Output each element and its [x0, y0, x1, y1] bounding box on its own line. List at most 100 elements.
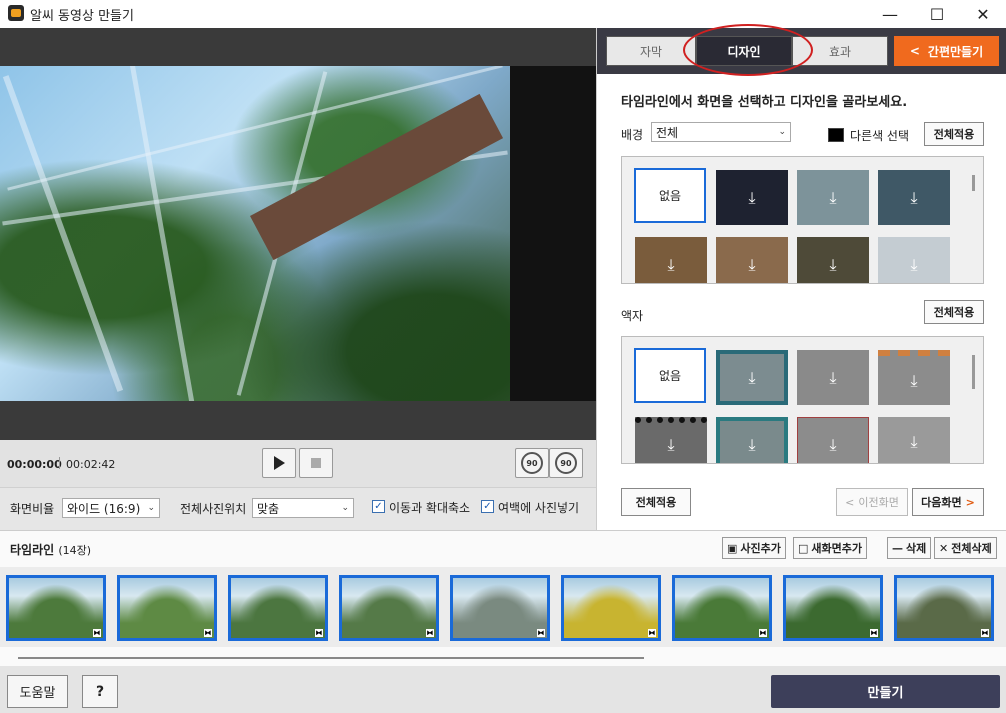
delete-button[interactable]: — 삭제	[887, 537, 932, 559]
add-photo-label: 사진추가	[740, 542, 781, 555]
frame-apply-all-button[interactable]: 전체적용	[924, 300, 984, 324]
background-option[interactable]: ⤓	[797, 237, 869, 283]
transition-icon[interactable]: ⧓	[648, 629, 656, 637]
total-time: 00:02:42	[66, 458, 116, 471]
frame-option[interactable]: ⤓	[878, 417, 950, 463]
pan-zoom-checkbox[interactable]: ✓	[372, 500, 385, 513]
add-new-screen-label: 새화면추가	[811, 542, 863, 555]
quick-make-label: 간편만들기	[927, 44, 984, 59]
next-screen-button[interactable]: 다음화면 >	[912, 488, 984, 516]
background-option[interactable]: ⤓	[797, 170, 869, 225]
minus-icon: —	[892, 541, 903, 555]
transition-icon[interactable]: ⧓	[537, 629, 545, 637]
background-option[interactable]: ⤓	[878, 170, 950, 225]
delete-all-button[interactable]: ✕ 전체삭제	[934, 537, 997, 559]
frame-photo	[342, 578, 436, 638]
photo-position-select[interactable]: 맞춤 ⌄	[252, 498, 354, 518]
transition-icon[interactable]: ⧓	[870, 629, 878, 637]
timeline-frame[interactable]: ⧓	[450, 575, 550, 641]
frame-option[interactable]: ⤓	[635, 417, 707, 463]
background-label: 배경	[621, 128, 644, 142]
other-color-swatch[interactable]	[828, 128, 844, 142]
minimize-button[interactable]: —	[867, 0, 913, 28]
background-option[interactable]: ⤓	[635, 237, 707, 283]
rotate-left-button[interactable]: 90	[515, 448, 549, 478]
background-option[interactable]: ⤓	[716, 237, 788, 283]
close-button[interactable]: ✕	[960, 0, 1006, 28]
timeline-frame[interactable]: ⧓	[339, 575, 439, 641]
frame-photo	[9, 578, 103, 638]
design-panel: 자막 디자인 효과 < 간편만들기 타임라인에서 화면을 선택하고 디자인을 골…	[596, 24, 1006, 530]
download-icon: ⤓	[910, 431, 918, 451]
background-apply-all-button[interactable]: 전체적용	[924, 122, 984, 146]
app-icon	[8, 5, 24, 21]
transition-icon[interactable]: ⧓	[426, 629, 434, 637]
transition-icon[interactable]: ⧓	[204, 629, 212, 637]
play-button[interactable]	[262, 448, 296, 478]
frame-option[interactable]: ⤓	[716, 350, 788, 405]
frame-scrollbar[interactable]	[972, 355, 975, 389]
highlight-annotation	[683, 24, 813, 76]
download-icon: ⤓	[910, 187, 918, 207]
timeline-frame[interactable]: ⧓	[6, 575, 106, 641]
timeline-frame[interactable]: ⧓	[672, 575, 772, 641]
frame-none[interactable]: 없음	[634, 348, 706, 403]
stop-icon	[311, 458, 321, 468]
background-none[interactable]: 없음	[634, 168, 706, 223]
previous-screen-label: 이전화면	[858, 496, 899, 509]
timeline-scrollbar[interactable]	[18, 657, 644, 659]
aspect-ratio-select[interactable]: 와이드 (16:9) ⌄	[62, 498, 160, 518]
frame-photo	[786, 578, 880, 638]
download-icon: ⤓	[829, 367, 837, 387]
chevron-left-icon: <	[845, 495, 855, 509]
add-photo-icon: ▣	[727, 541, 738, 555]
frame-option[interactable]: ⤓	[797, 417, 869, 463]
frame-label: 액자	[621, 309, 644, 323]
download-icon: ⤓	[910, 370, 918, 390]
frame-option[interactable]: ⤓	[797, 350, 869, 405]
add-new-screen-button[interactable]: □ 새화면추가	[793, 537, 868, 559]
quick-make-button[interactable]: < 간편만들기	[894, 36, 999, 66]
transition-icon[interactable]: ⧓	[315, 629, 323, 637]
frame-option[interactable]: ⤓	[878, 350, 950, 405]
rotate-right-icon: 90	[555, 452, 577, 474]
background-filter-select[interactable]: 전체 ⌄	[651, 122, 791, 142]
next-screen-label: 다음화면	[921, 496, 962, 509]
transition-icon[interactable]: ⧓	[93, 629, 101, 637]
background-scrollbar[interactable]	[972, 175, 975, 191]
add-photo-button[interactable]: ▣ 사진추가	[722, 537, 786, 559]
download-icon: ⤓	[829, 254, 837, 274]
stop-button[interactable]	[299, 448, 333, 478]
transition-icon[interactable]: ⧓	[981, 629, 989, 637]
chevron-left-icon: <	[909, 44, 920, 58]
rotate-right-button[interactable]: 90	[549, 448, 583, 478]
timeline-frame[interactable]: ⧓	[561, 575, 661, 641]
maximize-button[interactable]: ☐	[914, 0, 960, 28]
frame-photo	[897, 578, 991, 638]
fill-margin-checkbox[interactable]: ✓	[481, 500, 494, 513]
question-button[interactable]: ?	[82, 675, 118, 708]
chevron-down-icon: ⌄	[778, 127, 786, 137]
photo-position-value: 맞춤	[257, 501, 280, 516]
apply-all-button[interactable]: 전체적용	[621, 488, 691, 516]
timeline-frame[interactable]: ⧓	[783, 575, 883, 641]
frame-option[interactable]: ⤓	[716, 417, 788, 463]
download-icon: ⤓	[667, 254, 675, 274]
transition-icon[interactable]: ⧓	[759, 629, 767, 637]
playback-controls: 00:00:00 00:02:42 90 90	[0, 440, 596, 488]
timeline-frame[interactable]: ⧓	[894, 575, 994, 641]
previous-screen-button[interactable]: < 이전화면	[836, 488, 908, 516]
background-option[interactable]: ⤓	[716, 170, 788, 225]
time-separator	[59, 457, 60, 469]
photo-position-label: 전체사진위치	[180, 502, 247, 516]
timeline-frame[interactable]: ⧓	[228, 575, 328, 641]
make-button[interactable]: 만들기	[771, 675, 1000, 708]
background-option[interactable]: ⤓	[878, 237, 950, 283]
other-color-label[interactable]: 다른색 선택	[850, 127, 909, 144]
frame-photo	[120, 578, 214, 638]
timeline-frame[interactable]: ⧓	[117, 575, 217, 641]
tab-bar: 자막 디자인 효과 < 간편만들기	[597, 24, 1006, 76]
help-button[interactable]: 도움말	[7, 675, 68, 708]
download-icon: ⤓	[910, 254, 918, 274]
delete-all-label: 전체삭제	[951, 542, 992, 555]
